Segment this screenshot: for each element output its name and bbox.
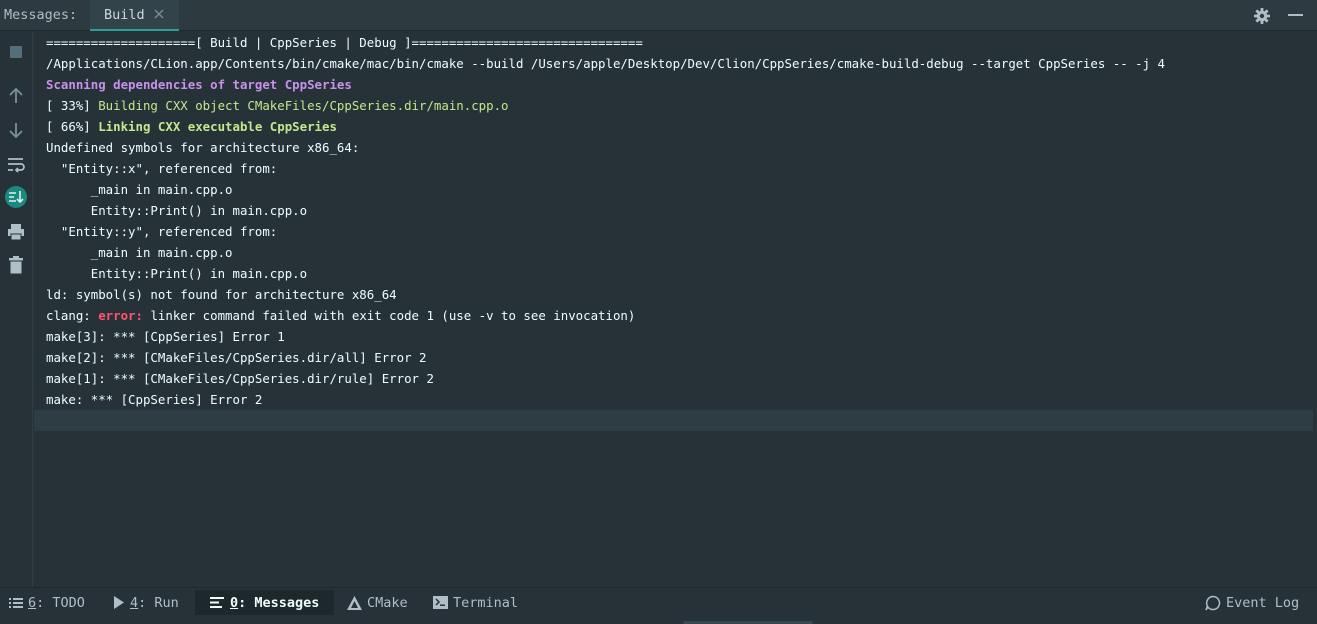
console-segment: "Entity::x", referenced from: [46,161,278,176]
console-segment: "Entity::y", referenced from: [46,224,278,239]
tab-todo-key: 6 [28,594,37,611]
tab-event-log[interactable]: Event Log [1205,590,1299,615]
console-line: _main in main.cpp.o [46,179,233,200]
console-segment: Entity::Print() in main.cpp.o [46,266,308,281]
build-console[interactable]: ====================[ Build | CppSeries … [34,31,1314,587]
tab-messages-key: 0 [230,594,239,611]
console-line: make: *** [CppSeries] Error 2 [46,389,262,410]
tab-cmake-label: CMake [367,594,408,611]
console-line: "Entity::x", referenced from: [46,158,277,179]
close-icon[interactable] [153,8,165,20]
console-line: ====================[ Build | CppSeries … [46,32,643,53]
print-icon[interactable] [5,221,27,243]
bottom-tool-bar: 6: TODO 4: Run 0: Messages CMake Termina… [0,587,1317,624]
console-line: [ 66%] Linking CXX executable CppSeries [46,116,337,137]
tool-window-header: Messages: Build [0,0,1317,31]
console-segment: Linking CXX executable CppSeries [98,119,337,134]
console-line: Undefined symbols for architecture x86_6… [46,137,359,158]
console-segment: /Applications/CLion.app/Contents/bin/cma… [46,56,1165,71]
console-line: make[1]: *** [CMakeFiles/CppSeries.dir/r… [46,368,434,389]
console-segment: _main in main.cpp.o [46,182,233,197]
panel-title: Messages: [4,7,78,23]
console-segment: Scanning dependencies of target CppSerie… [46,77,352,92]
terminal-icon [433,596,448,609]
console-line: Entity::Print() in main.cpp.o [46,200,307,221]
tab-terminal[interactable]: Terminal [433,590,518,615]
event-log-icon [1205,595,1221,610]
tab-terminal-label: Terminal [453,594,519,611]
console-line: /Applications/CLion.app/Contents/bin/cma… [46,53,1165,74]
console-segment: linker command failed with exit code 1 (… [142,308,636,323]
console-segment: Building CXX object CMakeFiles/CppSeries… [98,98,509,113]
console-line: make[2]: *** [CMakeFiles/CppSeries.dir/a… [46,347,426,368]
console-segment: _main in main.cpp.o [46,245,233,260]
tab-build[interactable]: Build [90,0,179,31]
console-line: "Entity::y", referenced from: [46,221,277,242]
console-line: Entity::Print() in main.cpp.o [46,263,307,284]
console-segment: make: *** [CppSeries] Error 2 [46,392,263,407]
console-segment: make[2]: *** [CMakeFiles/CppSeries.dir/a… [46,350,427,365]
tab-run-label: : Run [138,594,179,611]
minimize-icon[interactable] [1288,14,1303,16]
play-icon [114,596,124,609]
soft-wrap-icon[interactable] [5,153,27,175]
console-line: ld: symbol(s) not found for architecture… [46,284,397,305]
tab-messages-label: : Messages [238,594,320,611]
list-icon [9,597,23,608]
tab-todo[interactable]: 6: TODO [9,590,85,615]
current-line-highlight [34,410,1313,431]
trash-icon[interactable] [5,254,27,276]
arrow-down-icon[interactable] [5,119,27,141]
console-segment: make[1]: *** [CMakeFiles/CppSeries.dir/r… [46,371,434,386]
console-segment: ====================[ Build | CppSeries … [46,35,643,50]
tab-cmake[interactable]: CMake [347,590,408,615]
console-line: [ 33%] Building CXX object CMakeFiles/Cp… [46,95,509,116]
console-segment: ld: symbol(s) not found for architecture… [46,287,397,302]
console-line: clang: error: linker command failed with… [46,305,635,326]
side-toolbar [0,31,33,587]
tab-event-log-label: Event Log [1226,594,1300,611]
console-line: Scanning dependencies of target CppSerie… [46,74,352,95]
console-line: _main in main.cpp.o [46,242,233,263]
console-segment: Entity::Print() in main.cpp.o [46,203,308,218]
arrow-up-icon[interactable] [5,85,27,107]
build-tool-window: Messages: Build ====================[Bu… [0,0,1317,624]
console-segment: [ 33%] [46,98,99,113]
cmake-icon [347,595,362,610]
tab-run[interactable]: 4: Run [113,590,179,615]
scroll-to-end-icon[interactable] [5,186,27,208]
console-segment: [ 66%] [46,119,99,134]
tab-messages[interactable]: 0: Messages [195,590,334,615]
console-segment: clang: [46,308,99,323]
tab-build-label: Build [104,7,145,23]
console-segment: Undefined symbols for architecture x86_6… [46,140,360,155]
stop-icon[interactable] [5,41,27,63]
console-segment: make[3]: *** [CppSeries] Error 1 [46,329,285,344]
console-segment: error: [98,308,143,323]
tab-run-key: 4 [130,594,139,611]
gear-icon[interactable] [1253,7,1271,25]
messages-icon [210,597,224,608]
tab-todo-label: : TODO [36,594,85,611]
console-line: make[3]: *** [CppSeries] Error 1 [46,326,285,347]
